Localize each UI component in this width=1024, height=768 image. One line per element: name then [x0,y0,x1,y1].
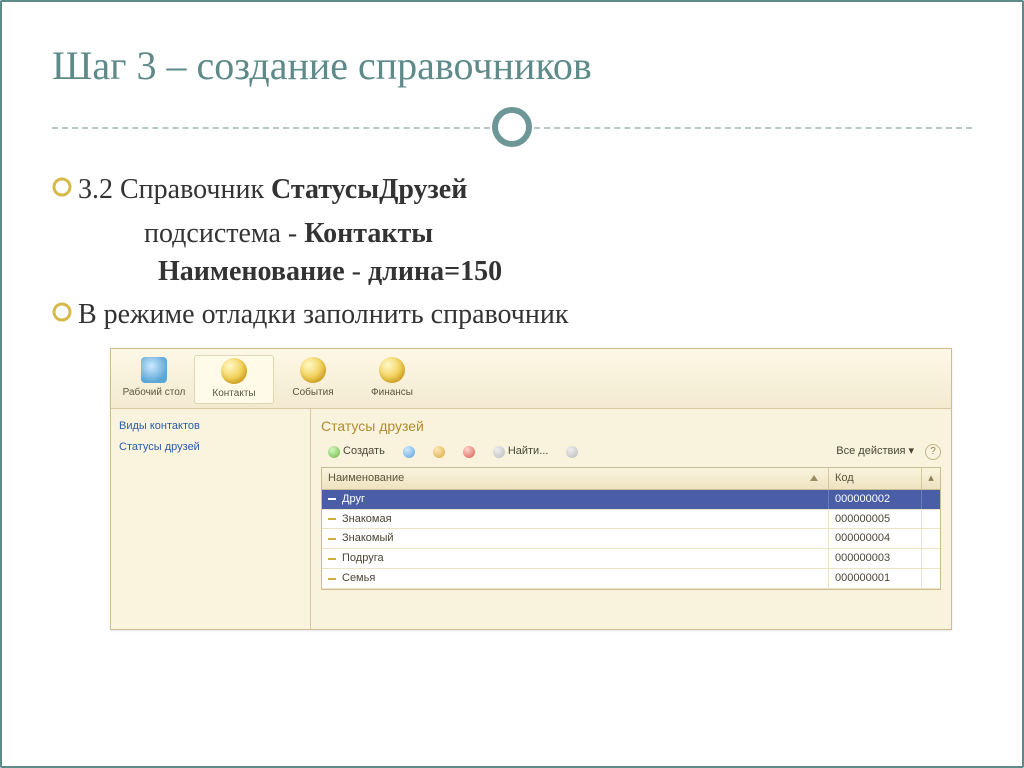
bullet-item-2: В режиме отладки заполнить справочник [52,296,972,334]
cell-name-text: Знакомая [342,512,392,527]
delete-icon [463,446,475,458]
cell-name: Семья [322,569,829,588]
table-row[interactable]: Друг 000000002 [322,490,940,510]
divider-circle-icon [492,107,532,147]
table-row[interactable]: Знакомый 000000004 [322,529,940,549]
topbar: Рабочий столКонтактыСобытияФинансы [111,349,951,409]
indent-line-2: Наименование - длина=150 [158,253,972,291]
cell-code: 000000001 [829,569,922,588]
sidebar-link[interactable]: Статусы друзей [119,440,302,455]
data-grid: Наименование Код ▴ Друг000000002Знакомая… [321,467,941,590]
slide: Шаг 3 – создание справочников 3.2 Справо… [0,0,1024,768]
sphere-icon [379,357,405,383]
cell-code: 000000004 [829,529,922,548]
search-icon [493,446,505,458]
grid-header: Наименование Код ▴ [322,468,940,490]
bullet-item-1: 3.2 Справочник СтатусыДрузей [52,171,972,209]
desktop-icon [141,357,167,383]
help-button[interactable]: ? [925,444,941,460]
cell-code: 000000003 [829,549,922,568]
sidebar: Виды контактов Статусы друзей [111,409,311,629]
item-icon [328,558,336,560]
copy-icon [403,446,415,458]
cell-name-text: Друг [342,492,365,507]
table-row[interactable]: Знакомая 000000005 [322,510,940,530]
cell-name: Подруга [322,549,829,568]
app-window: Рабочий столКонтактыСобытияФинансы Виды … [110,348,952,630]
app-body: Виды контактов Статусы друзей Статусы дру… [111,409,951,629]
topbar-item[interactable]: Финансы [353,355,432,404]
topbar-label: Финансы [353,387,431,398]
all-actions-label: Все действия [836,444,905,459]
sort-asc-icon [810,475,818,481]
toolbar: Создать Найти... Все действия [321,442,941,461]
bullet-icon [52,302,78,328]
find-label: Найти... [508,444,549,459]
slide-content: 3.2 Справочник СтатусыДрузей подсистема … [52,171,972,630]
delete-button[interactable] [456,444,482,460]
item-icon [328,578,336,580]
cell-scroll-gutter [922,537,940,541]
bullet-icon [52,177,78,203]
cell-scroll-gutter [922,517,940,521]
sidebar-link[interactable]: Виды контактов [119,419,302,434]
topbar-item[interactable]: Контакты [194,355,274,404]
table-row[interactable]: Подруга 000000003 [322,549,940,569]
cell-name-text: Знакомый [342,531,394,546]
panel-title: Статусы друзей [321,417,941,436]
topbar-label: Рабочий стол [115,387,193,398]
create-button[interactable]: Создать [321,442,392,461]
column-header-code[interactable]: Код [829,468,922,489]
text-bold: Наименование [158,256,345,287]
indent-line-1: подсистема - Контакты [144,215,972,253]
bullet-1-text: 3.2 Справочник СтатусыДрузей [78,171,972,209]
topbar-label: Контакты [195,388,273,399]
cell-code: 000000002 [829,490,922,509]
cell-name-text: Семья [342,571,375,586]
cell-name: Друг [322,490,829,509]
all-actions-button[interactable]: Все действия ▾ [829,442,921,461]
plus-icon [328,446,340,458]
bullet-2-text: В режиме отладки заполнить справочник [78,296,972,334]
cell-scroll-gutter [922,577,940,581]
text-fragment: - [345,256,368,287]
sphere-icon [300,357,326,383]
chevron-down-icon: ▾ [908,444,914,459]
text-bold: СтатусыДрузей [271,174,467,205]
topbar-item[interactable]: Рабочий стол [115,355,194,404]
cell-name-text: Подруга [342,551,384,566]
topbar-label: События [274,387,352,398]
grid-body: Друг 000000002 Знакомая 000000005 Знакомый 00… [322,490,940,589]
find-button[interactable]: Найти... [486,442,556,461]
cell-scroll-gutter [922,497,940,501]
column-header-name-label: Наименование [328,471,404,486]
item-icon [328,538,336,540]
scroll-header: ▴ [922,468,940,489]
slide-title: Шаг 3 – создание справочников [52,42,972,89]
item-icon [328,518,336,520]
text-fragment: подсистема - [144,218,304,249]
edit-button[interactable] [426,444,452,460]
divider [52,107,972,147]
search-clear-icon [566,446,578,458]
main-panel: Статусы друзей Создать Найти... [311,409,951,629]
text-bold: Контакты [304,218,433,249]
table-row[interactable]: Семья 000000001 [322,569,940,589]
topbar-item[interactable]: События [274,355,353,404]
sphere-icon [221,358,247,384]
text-fragment: 3.2 Справочник [78,174,271,205]
pencil-icon [433,446,445,458]
text-bold: длина=150 [368,256,502,287]
cell-code: 000000005 [829,510,922,529]
cell-name: Знакомая [322,510,829,529]
cell-name: Знакомый [322,529,829,548]
clear-search-button[interactable] [559,444,585,460]
cell-scroll-gutter [922,557,940,561]
copy-button[interactable] [396,444,422,460]
create-label: Создать [343,444,385,459]
column-header-name[interactable]: Наименование [322,468,829,489]
item-icon [328,498,336,500]
